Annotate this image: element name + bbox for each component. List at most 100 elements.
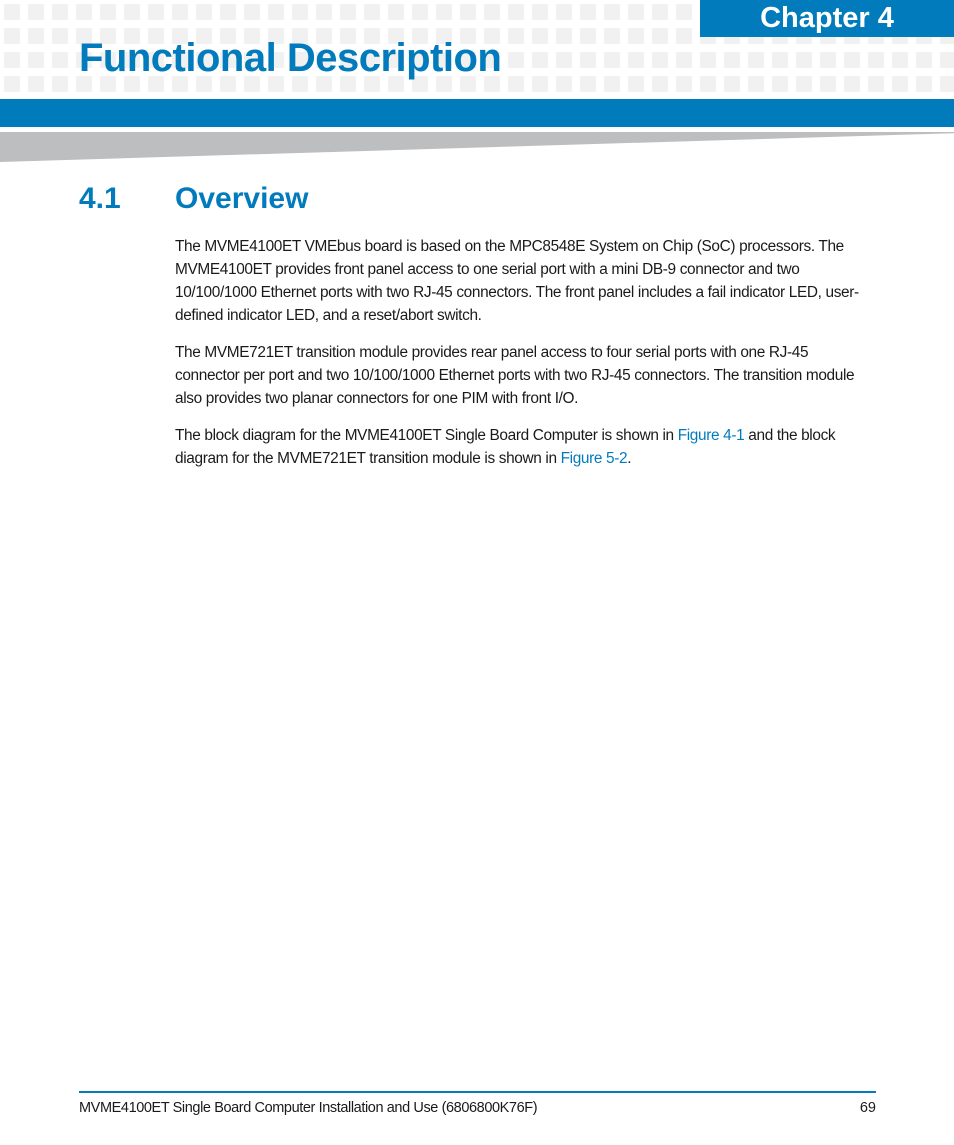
pattern-square (556, 28, 572, 44)
pattern-square (772, 52, 788, 68)
page-number: 69 (859, 1100, 876, 1116)
pattern-square (28, 76, 44, 92)
pattern-square (628, 76, 644, 92)
pattern-square (868, 76, 884, 92)
header-blue-band (0, 99, 954, 127)
pattern-square (604, 52, 620, 68)
pattern-square (532, 52, 548, 68)
pattern-square (676, 76, 692, 92)
pattern-square (532, 76, 548, 92)
pattern-square (508, 52, 524, 68)
pattern-square (508, 76, 524, 92)
paragraph-1: The MVME4100ET VMEbus board is based on … (175, 238, 859, 324)
section-heading: 4.1 Overview (79, 182, 308, 216)
pattern-square (292, 4, 308, 20)
pattern-square (844, 52, 860, 68)
paragraph-3: The block diagram for the MVME4100ET Sin… (175, 424, 875, 470)
pattern-square (4, 4, 20, 20)
pattern-square (508, 4, 524, 20)
pattern-square (100, 4, 116, 20)
pattern-square (772, 76, 788, 92)
pattern-square (412, 4, 428, 20)
pattern-square (820, 52, 836, 68)
pattern-square (940, 52, 954, 68)
pattern-square (316, 4, 332, 20)
pattern-square (196, 4, 212, 20)
paragraph-3-text-3: . (627, 450, 632, 467)
pattern-square (892, 76, 908, 92)
pattern-square (28, 28, 44, 44)
pattern-square (28, 52, 44, 68)
pattern-square (676, 4, 692, 20)
pattern-square (76, 4, 92, 20)
figure-4-1-link[interactable]: Figure 4-1 (678, 427, 745, 444)
pattern-square (52, 76, 68, 92)
header-gray-wedge (0, 132, 954, 162)
pattern-square (268, 4, 284, 20)
footer-document-title: MVME4100ET Single Board Computer Install… (79, 1100, 538, 1116)
pattern-square (700, 52, 716, 68)
pattern-square (916, 76, 932, 92)
pattern-square (580, 4, 596, 20)
pattern-square (676, 52, 692, 68)
pattern-square (868, 52, 884, 68)
paragraph-2: The MVME721ET transition module provides… (175, 344, 855, 407)
pattern-square (28, 4, 44, 20)
pattern-square (364, 4, 380, 20)
pattern-square (724, 76, 740, 92)
pattern-square (892, 52, 908, 68)
pattern-square (436, 4, 452, 20)
pattern-square (532, 28, 548, 44)
pattern-square (508, 28, 524, 44)
pattern-square (604, 28, 620, 44)
pattern-square (172, 4, 188, 20)
pattern-square (844, 76, 860, 92)
pattern-square (604, 76, 620, 92)
pattern-square (148, 4, 164, 20)
pattern-square (4, 28, 20, 44)
chapter-label-text: Chapter 4 (760, 2, 894, 34)
pattern-square (4, 52, 20, 68)
pattern-square (52, 28, 68, 44)
section-title: Overview (175, 182, 309, 215)
pattern-square (916, 52, 932, 68)
footer-rule (79, 1091, 876, 1093)
pattern-square (628, 4, 644, 20)
pattern-square (244, 4, 260, 20)
pattern-square (628, 52, 644, 68)
pattern-square (796, 76, 812, 92)
pattern-square (652, 76, 668, 92)
figure-5-2-link[interactable]: Figure 5-2 (561, 450, 628, 467)
pattern-square (580, 52, 596, 68)
pattern-square (724, 52, 740, 68)
pattern-square (748, 76, 764, 92)
pattern-square (4, 76, 20, 92)
pattern-square (484, 4, 500, 20)
pattern-square (652, 28, 668, 44)
pattern-square (532, 4, 548, 20)
pattern-square (460, 4, 476, 20)
chapter-label: Chapter 4 (700, 0, 954, 37)
pattern-square (628, 28, 644, 44)
pattern-square (652, 4, 668, 20)
pattern-square (700, 76, 716, 92)
pattern-square (796, 52, 812, 68)
pattern-square (652, 52, 668, 68)
pattern-square (940, 76, 954, 92)
paragraph-3-text-1: The block diagram for the MVME4100ET Sin… (175, 427, 678, 444)
pattern-square (52, 4, 68, 20)
chapter-title: Functional Description (79, 36, 502, 80)
pattern-square (748, 52, 764, 68)
section-number: 4.1 (79, 182, 121, 215)
pattern-square (580, 76, 596, 92)
pattern-square (388, 4, 404, 20)
pattern-square (340, 4, 356, 20)
pattern-square (556, 76, 572, 92)
pattern-square (604, 4, 620, 20)
pattern-square (580, 28, 596, 44)
body-text: The MVME4100ET VMEbus board is based on … (175, 235, 875, 484)
pattern-square (556, 52, 572, 68)
pattern-square (124, 4, 140, 20)
pattern-square (556, 4, 572, 20)
pattern-square (52, 52, 68, 68)
